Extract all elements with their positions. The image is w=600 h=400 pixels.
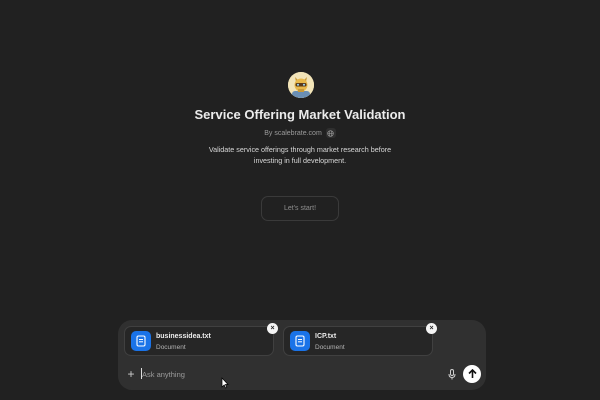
microphone-icon bbox=[448, 368, 456, 379]
gpt-title: Service Offering Market Validation bbox=[194, 107, 406, 122]
attachment-name: businessidea.txt bbox=[156, 333, 211, 340]
gpt-description: Validate service offerings through marke… bbox=[208, 145, 392, 165]
voice-input-button[interactable] bbox=[446, 368, 458, 380]
globe-icon bbox=[325, 128, 336, 138]
gpt-avatar bbox=[288, 72, 314, 98]
remove-attachment-button[interactable]: × bbox=[426, 323, 437, 334]
close-icon: × bbox=[429, 325, 434, 332]
attachment-card[interactable]: businessidea.txt Document × bbox=[124, 323, 278, 356]
send-button[interactable] bbox=[463, 365, 481, 383]
gpt-byline: By scalebrate.com bbox=[0, 128, 600, 138]
byline-text[interactable]: By scalebrate.com bbox=[264, 130, 322, 137]
close-icon: × bbox=[270, 325, 275, 332]
composer: businessidea.txt Document × ICP.txt Docu… bbox=[118, 320, 486, 390]
document-icon bbox=[290, 331, 310, 351]
remove-attachment-button[interactable]: × bbox=[267, 323, 278, 334]
mouse-cursor bbox=[221, 376, 229, 389]
document-icon bbox=[131, 331, 151, 351]
robot-avatar-icon bbox=[288, 72, 314, 98]
conversation-starter-button[interactable]: Let's start! bbox=[261, 196, 339, 221]
attachment-name: ICP.txt bbox=[315, 333, 337, 340]
add-attachment-button[interactable]: + bbox=[125, 368, 137, 380]
attachment-card[interactable]: ICP.txt Document × bbox=[283, 323, 437, 356]
attachment-type: Document bbox=[156, 344, 186, 351]
plus-icon: + bbox=[127, 367, 135, 381]
arrow-up-icon bbox=[467, 369, 477, 378]
ask-input[interactable] bbox=[142, 367, 432, 381]
attachment-type: Document bbox=[315, 344, 345, 351]
